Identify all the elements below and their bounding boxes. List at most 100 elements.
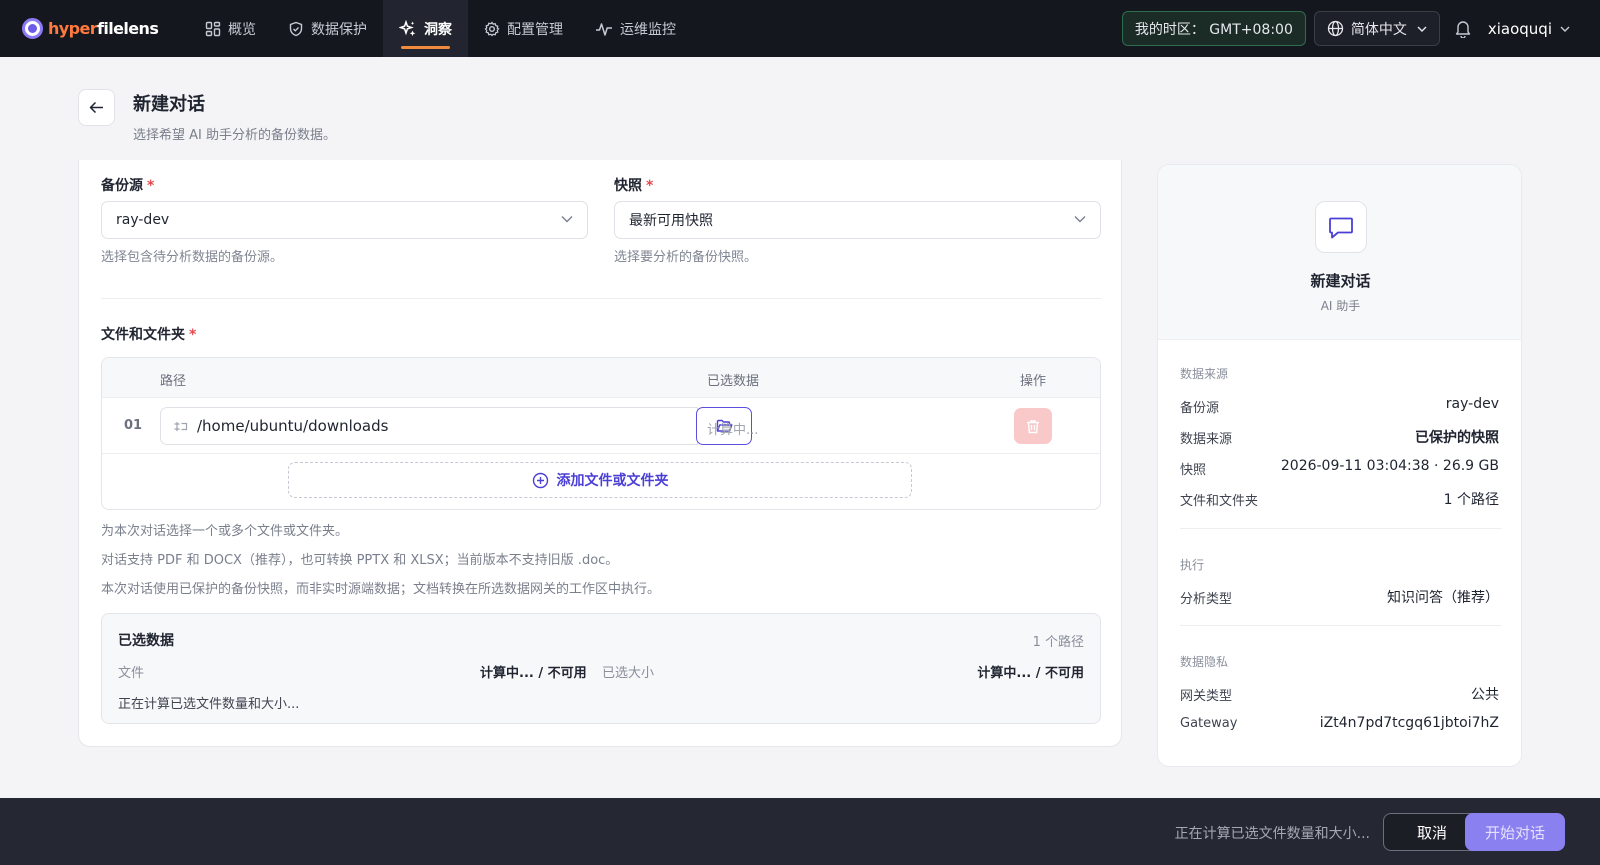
nav-item-label: 运维监控 <box>620 21 676 38</box>
summary-key: 分析类型 <box>1180 592 1233 607</box>
column-header-selected: 已选数据 <box>707 374 760 389</box>
language-selector[interactable]: 简体中文 <box>1313 11 1440 46</box>
summary-value: 2026-09-11 03:04:38 · 26.9 GB <box>1280 458 1499 474</box>
add-file-or-folder-button[interactable]: 添加文件或文件夹 <box>288 462 912 498</box>
section-title-privacy: 数据隐私 <box>1180 655 1229 669</box>
page-subtitle: 选择希望 AI 助手分析的备份数据。 <box>133 128 336 143</box>
path-input[interactable]: /home/ubuntu/downloads <box>160 407 698 445</box>
summary-value: ray-dev <box>1445 396 1499 412</box>
snapshot-label: 快照 * <box>614 178 654 194</box>
logo-icon <box>22 18 43 39</box>
nav-item-overview[interactable]: 概览 <box>189 0 272 57</box>
panel-title: 新建对话 <box>1310 272 1371 290</box>
summary-status: 正在计算已选文件数量和大小... <box>118 697 300 712</box>
column-header-actions: 操作 <box>1020 374 1047 389</box>
summary-key: Gateway <box>1180 716 1238 731</box>
top-right-controls: 我的时区： GMT+08:00 简体中文 xiaoquqi <box>1121 0 1600 57</box>
delete-row-button[interactable] <box>1014 408 1052 444</box>
trash-icon <box>1027 419 1039 433</box>
panel-subtitle: AI 助手 <box>1320 299 1361 313</box>
files-label: 文件和文件夹 * <box>101 327 197 343</box>
sparkle-icon <box>399 19 416 36</box>
summary-key: 文件和文件夹 <box>1180 494 1259 509</box>
user-menu[interactable]: xiaoquqi <box>1488 20 1570 38</box>
snapshot-value: 最新可用快照 <box>629 213 713 229</box>
page-title: 新建对话 <box>133 94 205 115</box>
nav-item-label: 概览 <box>228 21 256 38</box>
nav-item-label: 数据保护 <box>311 21 367 38</box>
files-note: 本次对话使用已保护的备份快照，而非实时源端数据；文档转换在所选数据网关的工作区中… <box>101 582 661 597</box>
row-number: 01 <box>124 418 143 433</box>
summary-value: 1 个路径 <box>1443 492 1499 508</box>
username: xiaoquqi <box>1487 19 1552 38</box>
notification-button[interactable] <box>1452 18 1474 40</box>
start-conversation-button[interactable]: 开始对话 <box>1465 813 1565 851</box>
backup-source-value: ray-dev <box>116 212 170 228</box>
summary-size-label: 已选大小 <box>602 666 655 681</box>
bottom-status-text: 正在计算已选文件数量和大小... <box>1174 826 1370 842</box>
grid-icon <box>205 21 221 36</box>
summary-key: 备份源 <box>1180 401 1220 416</box>
snapshot-select[interactable]: 最新可用快照 <box>614 201 1101 239</box>
files-note: 对话支持 PDF 和 DOCX（推荐），也可转换 PPTX 和 XLSX；当前版… <box>101 553 619 568</box>
summary-size-value: 计算中... / 不可用 <box>977 666 1084 681</box>
chevron-down-icon <box>561 216 573 223</box>
shield-icon <box>289 21 303 36</box>
section-title-exec: 执行 <box>1180 558 1205 572</box>
summary-files-value: 计算中... / 不可用 <box>480 666 587 681</box>
nav-item-label: 洞察 <box>424 21 452 38</box>
back-button[interactable] <box>78 89 115 126</box>
summary-value: iZt4n7pd7tcgq61jbtoi7hZ <box>1319 715 1499 731</box>
backup-source-select[interactable]: ray-dev <box>101 201 588 239</box>
summary-value: 知识问答（推荐） <box>1387 590 1499 606</box>
summary-key: 数据来源 <box>1180 432 1233 447</box>
panel-header: 新建对话 AI 助手 <box>1158 165 1521 340</box>
gear-icon <box>484 21 500 36</box>
files-note: 为本次对话选择一个或多个文件或文件夹。 <box>101 524 349 539</box>
top-navigation-bar: hyperfilelens 概览 数据保护 洞察 配置管理 运维监控 我的时区：… <box>0 0 1600 57</box>
chat-bubble-icon <box>1329 217 1353 239</box>
chevron-down-icon <box>1560 26 1570 32</box>
summary-path-count: 1 个路径 <box>1032 635 1084 650</box>
bottom-action-bar: 正在计算已选文件数量和大小... 取消 开始对话 <box>0 798 1600 865</box>
bell-icon <box>1455 21 1471 38</box>
main-nav: 概览 数据保护 洞察 配置管理 运维监控 <box>189 0 692 57</box>
section-divider <box>101 298 1101 299</box>
chevron-down-icon <box>1417 26 1427 32</box>
summary-title: 已选数据 <box>118 633 174 649</box>
chat-icon-box <box>1315 201 1367 253</box>
add-file-label: 添加文件或文件夹 <box>556 473 669 489</box>
summary-key: 网关类型 <box>1180 689 1233 704</box>
app-logo[interactable]: hyperfilelens <box>22 18 177 39</box>
language-label: 简体中文 <box>1350 21 1407 38</box>
globe-icon <box>1327 20 1344 37</box>
nav-item-config[interactable]: 配置管理 <box>468 0 579 57</box>
backup-source-label: 备份源 * <box>101 178 155 194</box>
pulse-icon <box>596 22 612 36</box>
section-title-source: 数据来源 <box>1180 367 1229 381</box>
snapshot-hint: 选择要分析的备份快照。 <box>614 250 758 265</box>
path-value: /home/ubuntu/downloads <box>197 417 389 435</box>
logo-text: hyperfilelens <box>48 19 159 38</box>
timezone-indicator[interactable]: 我的时区： GMT+08:00 <box>1121 11 1306 46</box>
nav-item-ops-monitoring[interactable]: 运维监控 <box>579 0 692 57</box>
nav-item-data-protection[interactable]: 数据保护 <box>272 0 383 57</box>
chevron-down-icon <box>1074 216 1086 223</box>
summary-value: 已保护的快照 <box>1415 430 1499 446</box>
nav-item-insights[interactable]: 洞察 <box>383 0 468 57</box>
summary-key: 快照 <box>1180 463 1207 478</box>
plus-circle-icon <box>532 472 548 488</box>
selected-data-summary: 已选数据 1 个路径 文件 计算中... / 不可用 已选大小 计算中... /… <box>101 613 1101 724</box>
table-row: 01 /home/ubuntu/downloads 计算中... <box>102 398 1100 454</box>
path-tag-icon <box>174 421 188 431</box>
column-header-path: 路径 <box>160 374 187 389</box>
conversation-summary-panel: 新建对话 AI 助手 数据来源 备份源 ray-dev 数据来源 已保护的快照 … <box>1157 164 1522 767</box>
section-divider <box>1180 528 1501 529</box>
table-header: 路径 已选数据 操作 <box>102 358 1100 398</box>
summary-files-label: 文件 <box>118 666 145 681</box>
backup-source-hint: 选择包含待分析数据的备份源。 <box>101 250 284 265</box>
summary-value: 公共 <box>1471 687 1499 703</box>
files-table: 路径 已选数据 操作 01 /home/ubuntu/downloads 计算中… <box>101 357 1101 510</box>
new-conversation-form: 备份源 * ray-dev 选择包含待分析数据的备份源。 快照 * 最新可用快照 选… <box>78 160 1122 747</box>
nav-item-label: 配置管理 <box>507 21 563 38</box>
